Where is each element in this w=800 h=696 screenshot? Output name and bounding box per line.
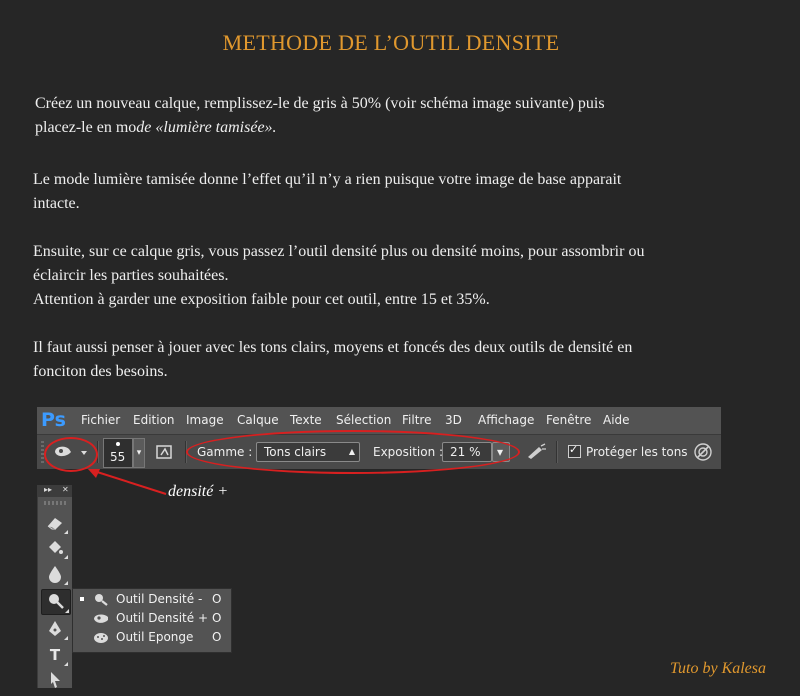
flyout-item-burn[interactable]: Outil Densité + O bbox=[73, 609, 231, 628]
flyout-item-dodge[interactable]: Outil Densité - O bbox=[73, 590, 231, 609]
paragraph-new-layer: Créez un nouveau calque, remplissez-le d… bbox=[35, 92, 800, 140]
menu-3d[interactable]: 3D bbox=[445, 413, 462, 427]
flyout-label: Outil Eponge bbox=[116, 630, 194, 644]
collapse-icon[interactable]: ▸▸ bbox=[44, 485, 52, 494]
menu-aide[interactable]: Aide bbox=[603, 413, 630, 427]
path-selection-tool-icon[interactable] bbox=[41, 668, 69, 692]
dodge-icon bbox=[95, 594, 108, 606]
page-title: METHODE DE L’OUTIL DENSITE bbox=[222, 30, 560, 55]
paragraph-tones: Il faut aussi penser à jouer avec les to… bbox=[33, 336, 798, 384]
eraser-tool-icon[interactable] bbox=[41, 511, 69, 535]
menu-fichier[interactable]: Fichier bbox=[81, 413, 120, 427]
flyout-item-sponge[interactable]: Outil Eponge O bbox=[73, 628, 231, 647]
pen-tool-icon[interactable] bbox=[41, 617, 69, 641]
pressure-icon[interactable] bbox=[693, 442, 713, 462]
text-line: éclaircir les parties souhaitées. bbox=[33, 267, 229, 284]
text-line: Créez un nouveau calque, remplissez-le d… bbox=[35, 95, 605, 112]
tools-panel: ▸▸ ✕ T bbox=[37, 485, 72, 688]
panel-grip[interactable] bbox=[44, 501, 66, 505]
protect-tones-checkbox[interactable] bbox=[568, 443, 581, 458]
brush-size-value: 55 bbox=[110, 450, 126, 464]
flyout-label: Outil Densité + bbox=[116, 611, 209, 625]
menu-image[interactable]: Image bbox=[186, 413, 224, 427]
text-line: placez-le en mode «lumière tamisée». bbox=[35, 116, 800, 140]
brush-tip-icon bbox=[116, 442, 120, 446]
protect-tones-label: Protéger les tons bbox=[586, 445, 688, 459]
menu-fenetre[interactable]: Fenêtre bbox=[546, 413, 591, 427]
annotation-arrow-icon bbox=[88, 469, 167, 495]
brush-panel-icon[interactable] bbox=[155, 443, 175, 461]
tools-panel-header: ▸▸ ✕ bbox=[38, 485, 72, 497]
close-icon[interactable]: ✕ bbox=[62, 485, 69, 494]
menu-calque[interactable]: Calque bbox=[237, 413, 279, 427]
blur-tool-icon[interactable] bbox=[41, 562, 69, 586]
sponge-icon bbox=[94, 633, 108, 643]
menu-affichage[interactable]: Affichage bbox=[478, 413, 534, 427]
author-credit: Tuto by Kalesa bbox=[670, 660, 767, 677]
divider bbox=[556, 441, 558, 463]
text-line: Il faut aussi penser à jouer avec les to… bbox=[33, 339, 633, 356]
flyout-shortcut: O bbox=[212, 630, 222, 644]
flyout-shortcut: O bbox=[212, 611, 222, 625]
photoshop-logo: Ps bbox=[41, 409, 66, 431]
flyout-shortcut: O bbox=[212, 592, 222, 606]
type-tool-icon[interactable]: T bbox=[41, 643, 69, 667]
paragraph-dodge-burn: Ensuite, sur ce calque gris, vous passez… bbox=[33, 240, 798, 312]
flyout-label: Outil Densité - bbox=[116, 592, 203, 606]
text-line: fonciton des besoins. bbox=[33, 363, 168, 380]
text-line: Le mode lumière tamisée donne l’effet qu… bbox=[33, 171, 622, 188]
text-line: Attention à garder une exposition faible… bbox=[33, 291, 490, 308]
text-span: placez-le en mo bbox=[35, 119, 137, 136]
annotation-label: densité + bbox=[168, 483, 229, 500]
toning-tools-flyout: Outil Densité - O Outil Densité + O Outi… bbox=[72, 588, 232, 653]
airbrush-icon[interactable] bbox=[525, 443, 547, 461]
blend-mode-name: de «lumière tamisée». bbox=[136, 119, 277, 136]
paint-bucket-tool-icon[interactable] bbox=[41, 536, 69, 560]
dodge-tool-icon[interactable] bbox=[41, 589, 71, 615]
menu-filtre[interactable]: Filtre bbox=[402, 413, 431, 427]
burn-icon bbox=[94, 614, 108, 623]
text-line: Ensuite, sur ce calque gris, vous passez… bbox=[33, 243, 645, 260]
paragraph-soft-light: Le mode lumière tamisée donne l’effet qu… bbox=[33, 168, 798, 216]
menu-texte[interactable]: Texte bbox=[290, 413, 322, 427]
text-line: intacte. bbox=[33, 195, 80, 212]
menu-selection[interactable]: Sélection bbox=[336, 413, 391, 427]
active-bullet bbox=[80, 597, 84, 601]
menu-edition[interactable]: Edition bbox=[133, 413, 175, 427]
highlight-gamme-exposition bbox=[186, 430, 520, 474]
